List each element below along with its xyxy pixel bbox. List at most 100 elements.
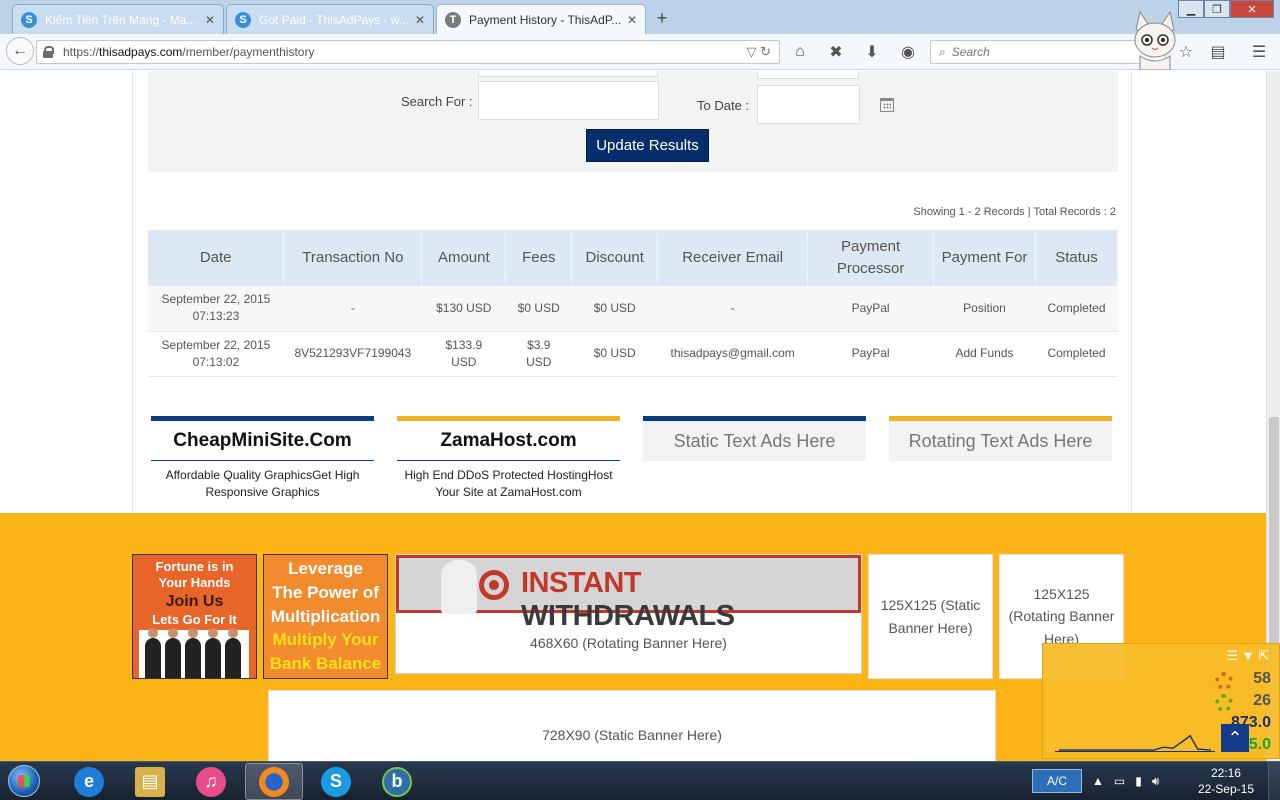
- explorer-taskbar-button[interactable]: ▤: [121, 763, 179, 800]
- processor-cell: PayPal: [807, 331, 934, 377]
- tab-payment-history[interactable]: T Payment History - ThisAdP... ✕: [436, 4, 646, 34]
- close-tab-icon[interactable]: ✕: [627, 13, 637, 27]
- start-button[interactable]: [4, 762, 44, 800]
- rotating-468-banner[interactable]: INSTANT WITHDRAWALS 468X60 (Rotating Ban…: [395, 554, 862, 674]
- ad-title[interactable]: ZamaHost.com: [397, 421, 620, 461]
- widget-menu-icon[interactable]: ☰ ▼ ⇱: [1226, 648, 1269, 664]
- text-ad-cheapminisite[interactable]: CheapMiniSite.Com Affordable Quality Gra…: [151, 416, 374, 502]
- email-cell: thisadpays@gmail.com: [657, 331, 808, 377]
- transaction-cell: 8V521293VF7199043: [283, 331, 422, 377]
- close-tab-icon[interactable]: ✕: [415, 13, 425, 27]
- system-clock[interactable]: 22:16 22-Sep-15: [1198, 765, 1254, 797]
- url-path: /member/paymenthistory: [182, 45, 315, 59]
- banner-line: Your Hands: [158, 575, 231, 591]
- app-taskbar-button[interactable]: b: [368, 763, 426, 800]
- column-header: Amount: [421, 230, 507, 286]
- cat-mascot-icon: [1134, 10, 1176, 70]
- skype-icon: S: [321, 766, 351, 797]
- download-icon[interactable]: ⬇: [862, 42, 882, 62]
- static-125-banner-slot[interactable]: 125X125 (Static Banner Here): [868, 554, 993, 679]
- to-date-input[interactable]: [757, 85, 860, 124]
- b-app-icon: b: [382, 766, 412, 797]
- keyboard-layout-indicator[interactable]: A/C: [1032, 769, 1083, 793]
- scrollbar-thumb[interactable]: [1269, 417, 1279, 677]
- network-signal-icon[interactable]: ▮: [1135, 774, 1142, 788]
- skype-taskbar-button[interactable]: S: [307, 763, 365, 800]
- ie-taskbar-button[interactable]: e: [60, 763, 118, 800]
- text-ad-static-slot[interactable]: Static Text Ads Here: [643, 416, 866, 461]
- time-value: 07:13:23: [192, 309, 240, 324]
- cpu-value: 58: [1253, 670, 1271, 687]
- url-host: thisadpays.com: [99, 45, 183, 59]
- close-tab-icon[interactable]: ✕: [205, 13, 215, 27]
- banner-line: Leverage: [288, 559, 363, 578]
- instant-withdrawals-banner[interactable]: INSTANT WITHDRAWALS: [396, 555, 861, 632]
- text-ad-zamahost[interactable]: ZamaHost.com High End DDoS Protected Hos…: [397, 416, 620, 502]
- table-row: September 22, 2015 07:13:02 8V521293VF719…: [148, 331, 1118, 377]
- search-input[interactable]: ⌕ Search: [930, 40, 1166, 64]
- mascot-image: [441, 560, 477, 614]
- ad-title[interactable]: CheapMiniSite.Com: [151, 421, 374, 461]
- itunes-taskbar-button[interactable]: ♫: [182, 763, 240, 800]
- amount-cell: $130 USD: [421, 286, 506, 332]
- headline-word: WITHDRAWALS: [521, 600, 735, 632]
- expand-arrow-icon[interactable]: ⌃: [1221, 724, 1249, 752]
- reading-list-icon[interactable]: ▤: [1208, 42, 1228, 62]
- static-728-banner-slot[interactable]: 728X90 (Static Banner Here): [268, 690, 996, 761]
- to-date-label: To Date :: [697, 98, 750, 113]
- show-desktop-button[interactable]: [1268, 762, 1280, 800]
- clock-time: 22:16: [1210, 766, 1241, 780]
- itunes-icon: ♫: [196, 766, 226, 797]
- from-date-field[interactable]: [757, 71, 859, 79]
- lock-icon: [43, 46, 54, 58]
- search-for-input[interactable]: [478, 81, 659, 120]
- column-header: Transaction No: [283, 230, 423, 286]
- menu-icon[interactable]: ☰: [1248, 42, 1270, 62]
- power-icon[interactable]: ▭: [1114, 774, 1125, 788]
- folder-icon: ▤: [135, 766, 165, 797]
- back-button[interactable]: ←: [6, 37, 34, 65]
- new-tab-button[interactable]: +: [652, 8, 672, 29]
- banner-line: Multiplication: [270, 606, 381, 626]
- volume-icon[interactable]: 🔊︎: [1152, 774, 1160, 789]
- banner-line: Lets Go For It: [152, 611, 237, 627]
- calendar-icon[interactable]: [880, 98, 894, 112]
- leverage-banner[interactable]: Leverage The Power of Multiplication Mul…: [263, 554, 388, 679]
- column-header: Fees: [505, 230, 573, 286]
- fees-cell: $0 USD: [505, 286, 572, 332]
- puzzle-icon[interactable]: ✖: [826, 42, 846, 62]
- firefox-taskbar-button[interactable]: [245, 763, 303, 800]
- update-results-button[interactable]: Update Results: [586, 129, 709, 162]
- table-row: September 22, 2015 07:13:23 - $130 USD $0…: [148, 286, 1118, 332]
- date-value: September 22, 2015: [161, 337, 271, 352]
- business-people-image: [139, 628, 249, 678]
- text-ad-rotating-slot[interactable]: Rotating Text Ads Here: [889, 416, 1112, 461]
- ram-gauge-icon: [1215, 694, 1233, 712]
- column-header: Payment Processor: [807, 230, 935, 286]
- system-monitor-widget[interactable]: ☰ ▼ ⇱ 58 26 873.0 205.0 ⌃: [1042, 643, 1280, 759]
- browser-tab-bar: S Kiếm Tiền Trên Mạng - Ma... ✕ S Got Pa…: [0, 0, 1280, 34]
- close-window-icon[interactable]: ✕: [1230, 0, 1274, 18]
- minimize-icon[interactable]: ▁: [1178, 0, 1204, 18]
- home-icon[interactable]: ⌂: [790, 42, 810, 62]
- payment-history-table: Date Transaction No Amount Fees Discount…: [148, 230, 1119, 377]
- banner-line: The Power of: [272, 582, 379, 602]
- date-value: September 22, 2015: [161, 292, 271, 307]
- address-bar[interactable]: https://thisadpays.com/member/paymenthis…: [36, 40, 780, 64]
- banner-line: Multiply Your: [272, 630, 379, 650]
- date-cell: September 22, 2015 07:13:23: [148, 286, 284, 332]
- fortune-banner[interactable]: Fortune is in Your Hands Join Us Lets Go…: [132, 554, 257, 679]
- show-hidden-icons-icon[interactable]: ▲: [1092, 774, 1104, 788]
- mask-icon[interactable]: ◉: [898, 42, 918, 62]
- star-icon[interactable]: ☆: [1176, 42, 1196, 62]
- tab-kiem-tien[interactable]: S Kiếm Tiền Trên Mạng - Ma... ✕: [12, 4, 224, 34]
- reload-icon[interactable]: ▽ ↻: [746, 44, 771, 60]
- banner-headline: INSTANT WITHDRAWALS: [521, 567, 858, 633]
- table-header-row: Date Transaction No Amount Fees Discount…: [148, 230, 1119, 286]
- keyword-field[interactable]: [478, 71, 658, 77]
- tab-got-paid[interactable]: S Got Paid - ThisAdPays - w... ✕: [226, 4, 434, 34]
- discount-cell: $0 USD: [571, 286, 658, 332]
- column-header: Receiver Email: [657, 230, 809, 286]
- maximize-icon[interactable]: ❐: [1204, 0, 1230, 18]
- main-container: Search For : To Date : Update Results Sh…: [132, 71, 1132, 531]
